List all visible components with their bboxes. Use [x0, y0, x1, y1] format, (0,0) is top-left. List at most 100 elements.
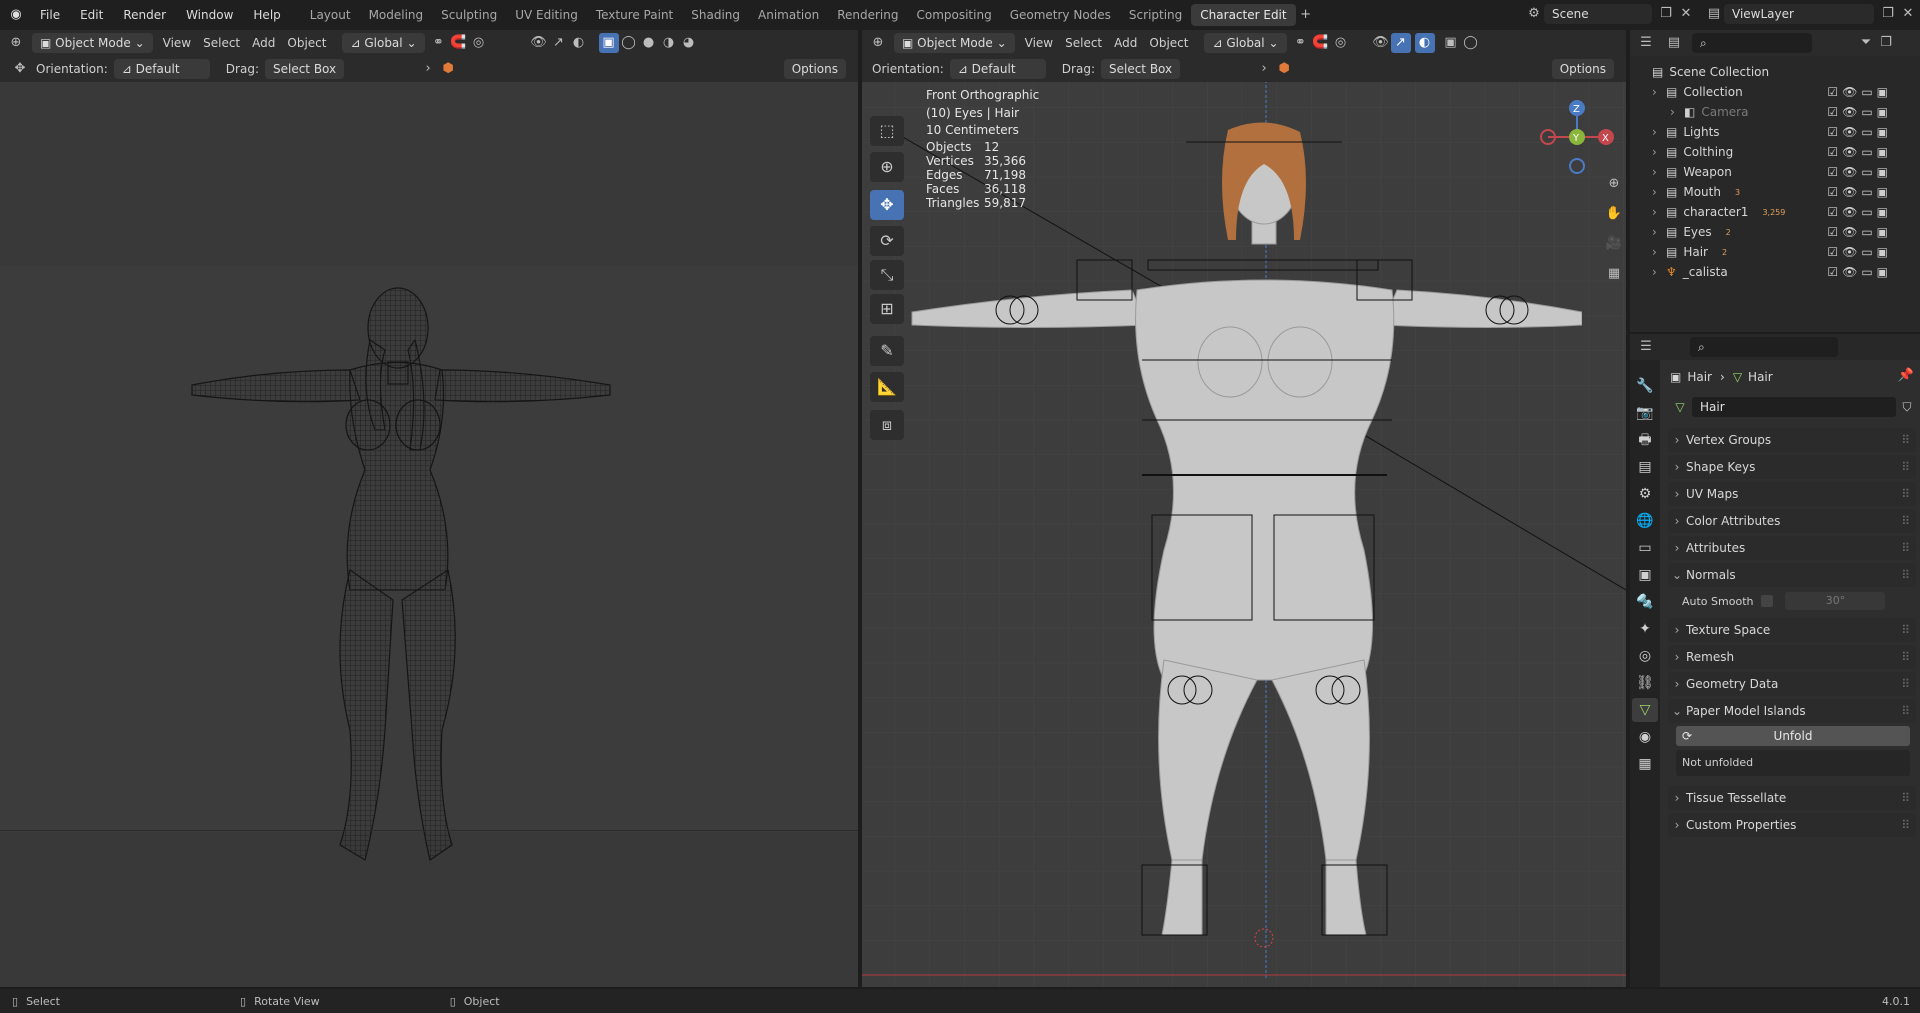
visibility-toggles-icon[interactable]: ☑👁▭▣: [1827, 205, 1892, 219]
workspace-tab-compositing[interactable]: Compositing: [907, 4, 1000, 26]
proportional-edit-icon[interactable]: ◎: [1331, 33, 1351, 53]
xray-icon[interactable]: ▣: [1441, 33, 1461, 53]
expand-chevron-icon[interactable]: ›: [1652, 265, 1666, 279]
view-layer-field[interactable]: ViewLayer: [1724, 4, 1874, 24]
menu-edit[interactable]: Edit: [70, 0, 113, 30]
menu-render[interactable]: Render: [113, 0, 176, 30]
expand-chevron-icon[interactable]: ›: [1652, 165, 1666, 179]
menu-view[interactable]: View: [1019, 36, 1059, 50]
menu-add[interactable]: Add: [246, 36, 281, 50]
properties-tab-material-icon[interactable]: ◉: [1632, 725, 1658, 749]
panel-uv-maps[interactable]: › UV Maps ⠿: [1668, 482, 1916, 506]
auto-smooth-checkbox[interactable]: [1761, 595, 1774, 607]
drag-handle-icon[interactable]: ⠿: [1901, 433, 1910, 447]
outliner-item[interactable]: › ▤ character1 3,259 ☑👁▭▣: [1652, 202, 1892, 222]
wireframe-shading-icon[interactable]: ◯: [1461, 33, 1481, 53]
workspace-tab-rendering[interactable]: Rendering: [828, 4, 907, 26]
pivot-icon[interactable]: ⚭: [1291, 33, 1311, 53]
drag-handle-icon[interactable]: ⠿: [1901, 650, 1910, 664]
expand-chevron-icon[interactable]: ›: [1254, 59, 1274, 79]
drag-dropdown[interactable]: Select Box: [264, 59, 345, 79]
menu-select[interactable]: Select: [1059, 36, 1108, 50]
mesh-data-icon[interactable]: ▽: [1668, 400, 1692, 414]
outliner-item[interactable]: › ▤ Colthing ☑👁▭▣: [1652, 142, 1892, 162]
expand-chevron-icon[interactable]: ›: [1652, 225, 1666, 239]
expand-chevron-icon[interactable]: ›: [1652, 245, 1666, 259]
pin-icon[interactable]: 📌: [1896, 366, 1916, 386]
move-tool-icon[interactable]: ✥: [870, 190, 904, 220]
ortho-grid-icon[interactable]: ▦: [1602, 262, 1626, 286]
datablock-name-field[interactable]: Hair: [1692, 397, 1896, 417]
properties-tab-physics-icon[interactable]: ◎: [1632, 644, 1658, 668]
editor-type-icon[interactable]: ☰: [1636, 337, 1656, 357]
properties-tab-particles-icon[interactable]: ✦: [1632, 617, 1658, 641]
panel-remesh[interactable]: › Remesh ⠿: [1668, 645, 1916, 669]
mode-dropdown[interactable]: ▣ Object Mode ⌄: [894, 33, 1015, 53]
drag-handle-icon[interactable]: ⠿: [1901, 791, 1910, 805]
filter-icon[interactable]: ⏷: [1856, 33, 1876, 53]
drag-handle-icon[interactable]: ⠿: [1901, 704, 1910, 718]
drag-handle-icon[interactable]: ⠿: [1901, 818, 1910, 832]
outliner-item[interactable]: › ♆ _calista ☑👁▭▣: [1652, 262, 1892, 282]
zoom-icon[interactable]: ⊕: [1602, 172, 1626, 196]
visibility-toggles-icon[interactable]: ☑👁▭▣: [1827, 125, 1892, 139]
view-layer-icon[interactable]: ▤: [1704, 4, 1724, 24]
properties-tab-constraints-icon[interactable]: ⛓: [1632, 671, 1658, 695]
auto-smooth-angle-field[interactable]: 30°: [1785, 592, 1886, 610]
properties-tab-tool-icon[interactable]: 🔧: [1632, 374, 1658, 398]
new-collection-icon[interactable]: ❐: [1876, 33, 1896, 53]
camera-view-icon[interactable]: 🎥: [1602, 232, 1626, 256]
select-box-tool-icon[interactable]: ⬚: [870, 116, 904, 146]
transform-orientation-dropdown[interactable]: ⊿ Global ⌄: [342, 33, 425, 53]
orientation-dropdown[interactable]: ⊿ Default: [949, 59, 1046, 79]
remove-scene-icon[interactable]: ✕: [1676, 4, 1696, 24]
overlay-icon[interactable]: ◐: [1414, 33, 1435, 53]
menu-help[interactable]: Help: [243, 0, 290, 30]
wireframe-shading-icon[interactable]: ◯: [619, 33, 639, 53]
transform-orientation-dropdown[interactable]: ⊿ Global ⌄: [1204, 33, 1287, 53]
gltf-icon[interactable]: ⬢: [438, 59, 458, 79]
editor-type-icon[interactable]: ⊕: [6, 33, 26, 53]
properties-tab-output-icon[interactable]: 🖶: [1632, 428, 1658, 452]
expand-chevron-icon[interactable]: ›: [1652, 205, 1666, 219]
panel-attributes[interactable]: › Attributes ⠿: [1668, 536, 1916, 560]
rendered-shading-icon[interactable]: ◕: [679, 33, 699, 53]
outliner-search[interactable]: ⌕: [1692, 33, 1812, 53]
annotate-tool-icon[interactable]: ✎: [870, 336, 904, 366]
rotate-tool-icon[interactable]: ⟳: [870, 226, 904, 256]
workspace-tab-modeling[interactable]: Modeling: [360, 4, 433, 26]
scene-name-field[interactable]: Scene: [1544, 4, 1652, 24]
outliner-item[interactable]: › ◧ Camera ☑👁▭▣: [1670, 102, 1892, 122]
workspace-tab-scripting[interactable]: Scripting: [1120, 4, 1191, 26]
panel-tissue-tessellate[interactable]: › Tissue Tessellate ⠿: [1668, 786, 1916, 810]
workspace-tab-texture-paint[interactable]: Texture Paint: [587, 4, 682, 26]
panel-paper-model-islands[interactable]: ⌄ Paper Model Islands ⠿: [1668, 699, 1916, 723]
material-shading-icon[interactable]: ◑: [659, 33, 679, 53]
panel-custom-properties[interactable]: › Custom Properties ⠿: [1668, 813, 1916, 837]
outliner-item[interactable]: › ▤ Collection ☑👁▭▣: [1652, 82, 1892, 102]
visibility-toggles-icon[interactable]: ☑👁▭▣: [1827, 185, 1892, 199]
workspace-tab-uv-editing[interactable]: UV Editing: [506, 4, 587, 26]
unfold-button[interactable]: ⟳ Unfold: [1676, 726, 1910, 746]
transform-tool-icon[interactable]: ⊞: [870, 294, 904, 324]
editor-type-icon[interactable]: ☰: [1636, 33, 1656, 53]
remove-view-layer-icon[interactable]: ✕: [1898, 4, 1918, 24]
pan-hand-icon[interactable]: ✋: [1602, 202, 1626, 226]
new-scene-icon[interactable]: ❐: [1656, 4, 1676, 24]
workspace-tab-character-edit[interactable]: Character Edit: [1191, 4, 1296, 26]
visibility-toggles-icon[interactable]: ☑👁▭▣: [1827, 165, 1892, 179]
properties-tab-world-icon[interactable]: 🌐: [1632, 509, 1658, 533]
expand-chevron-icon[interactable]: ›: [1652, 85, 1666, 99]
drag-handle-icon[interactable]: ⠿: [1901, 514, 1910, 528]
expand-chevron-icon[interactable]: ›: [1652, 125, 1666, 139]
add-cube-tool-icon[interactable]: ⧈: [870, 410, 904, 440]
scale-tool-icon[interactable]: ⤡: [870, 260, 904, 290]
menu-select[interactable]: Select: [197, 36, 246, 50]
orientation-dropdown[interactable]: ⊿ Default: [113, 59, 210, 79]
visibility-toggles-icon[interactable]: ☑👁▭▣: [1827, 145, 1892, 159]
visibility-toggles-icon[interactable]: ☑👁▭▣: [1827, 225, 1892, 239]
overlay-icon[interactable]: ◐: [569, 33, 589, 53]
menu-object[interactable]: Object: [281, 36, 332, 50]
pivot-icon[interactable]: ⚭: [429, 33, 449, 53]
panel-geometry-data[interactable]: › Geometry Data ⠿: [1668, 672, 1916, 696]
